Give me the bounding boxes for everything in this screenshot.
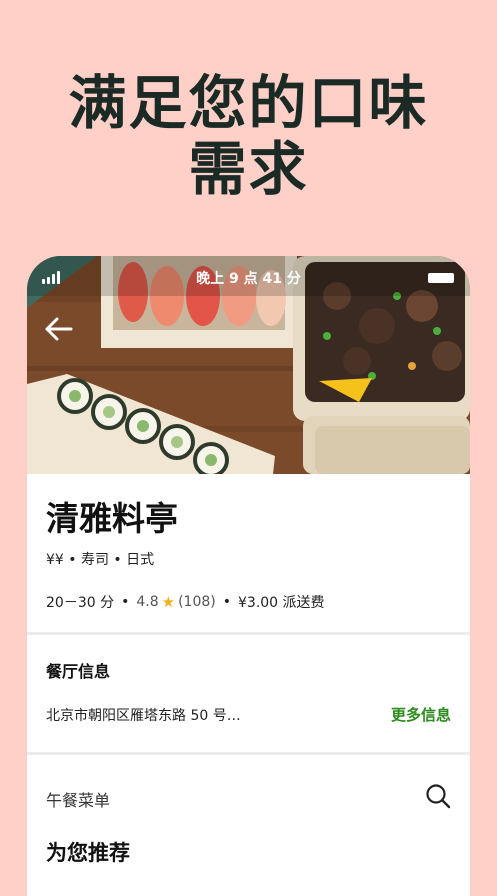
rating-value: 4.8 — [136, 594, 159, 610]
delivery-time: 20－30 分 — [46, 595, 115, 611]
info-section-title: 餐厅信息 — [46, 662, 111, 681]
promo-headline: 满足您的口味 需求 — [0, 70, 497, 202]
rating-count: (108) — [178, 594, 216, 610]
back-button[interactable] — [43, 314, 77, 344]
restaurant-address: 北京市朝阳区雁塔东路 50 号… — [46, 708, 241, 724]
phone-screen: 晚上 9 点 41 分 清雅料亭 ¥¥ • 寿司 • 日式 20－30 分 • … — [27, 256, 470, 896]
section-divider — [27, 752, 470, 755]
section-divider — [27, 632, 470, 635]
headline-line-2: 需求 — [188, 135, 309, 203]
more-info-link[interactable]: 更多信息 — [391, 704, 451, 725]
status-time: 晚上 9 点 41 分 — [196, 271, 301, 287]
restaurant-name: 清雅料亭 — [46, 499, 178, 538]
delivery-fee: ¥3.00 派送费 — [238, 595, 325, 611]
back-arrow-icon — [45, 317, 73, 341]
restaurant-meta: 20－30 分 • 4.8 ★ (108) • ¥3.00 派送费 — [46, 592, 325, 612]
star-icon: ★ — [161, 593, 176, 611]
hero-food-image: 晚上 9 点 41 分 — [27, 256, 470, 474]
menu-label: 午餐菜单 — [46, 791, 111, 810]
status-bar: 晚上 9 点 41 分 — [27, 256, 470, 296]
separator-dot: • — [121, 594, 130, 610]
recommended-title: 为您推荐 — [46, 841, 130, 865]
search-icon — [426, 784, 451, 809]
headline-line-1: 满足您的口味 — [68, 69, 429, 137]
restaurant-tags: ¥¥ • 寿司 • 日式 — [46, 552, 155, 568]
separator-dot: • — [222, 594, 231, 610]
battery-icon — [428, 273, 454, 283]
search-button[interactable] — [425, 783, 451, 809]
